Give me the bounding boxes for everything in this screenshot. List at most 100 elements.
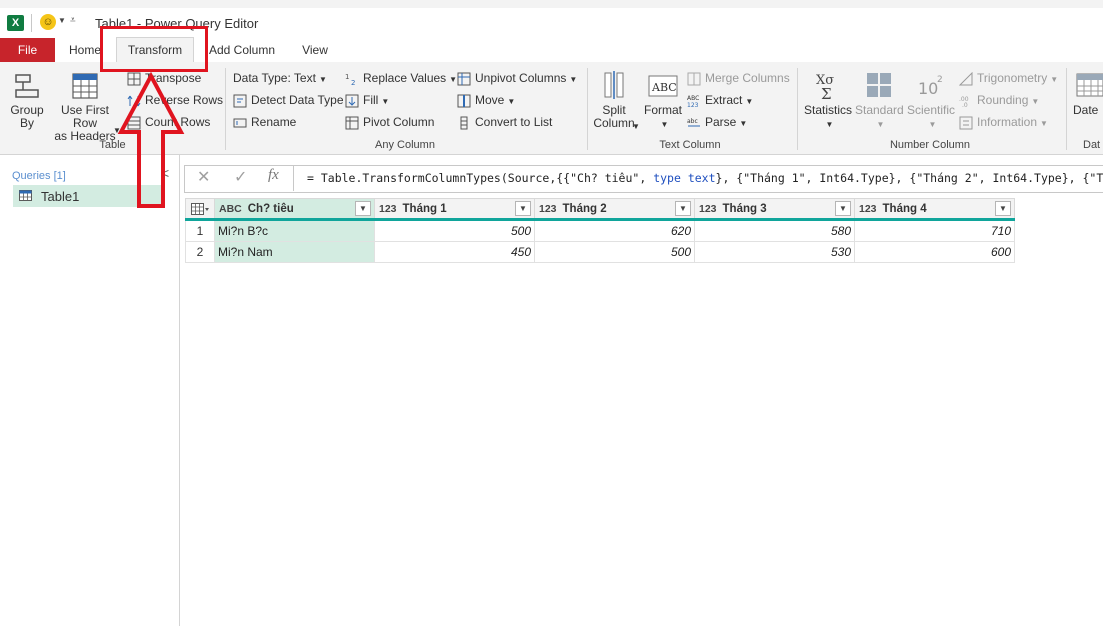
svg-text:Σ: Σ (821, 85, 832, 100)
column-header-chi-tieu[interactable]: ABC Ch? tiêu ▼ (214, 198, 375, 221)
formula-keyword: type (653, 171, 681, 185)
format-label: Format (643, 103, 682, 117)
fx-icon[interactable]: fx (268, 167, 279, 184)
information-dropdown[interactable]: Information ▼ (959, 113, 1048, 131)
number-type-icon[interactable]: 123 (699, 203, 717, 215)
column-header-thang-1[interactable]: 123 Tháng 1 ▼ (374, 198, 535, 221)
any-column-group-label: Any Column (375, 139, 435, 151)
merge-columns-label: Merge Columns (705, 71, 790, 85)
replace-values-icon: 12 (345, 73, 355, 86)
ribbon-separator (587, 68, 588, 150)
filter-dropdown-icon[interactable]: ▼ (515, 201, 531, 216)
column-header-label: Tháng 4 (882, 202, 927, 215)
convert-to-list-button[interactable]: Convert to List (457, 113, 552, 131)
filter-dropdown-icon[interactable]: ▼ (675, 201, 691, 216)
data-type-dropdown[interactable]: Data Type: Text ▼ (233, 69, 327, 87)
rename-button[interactable]: Rename (233, 113, 296, 131)
extract-dropdown[interactable]: ABC 123 Extract ▼ (687, 91, 753, 109)
number-column-group-label: Number Column (889, 139, 971, 151)
merge-columns-button[interactable]: Merge Columns (687, 69, 790, 87)
tab-view[interactable]: View (298, 38, 332, 62)
table-cell[interactable]: 500 (374, 219, 535, 242)
column-header-label: Tháng 3 (722, 202, 767, 215)
table-menu-button[interactable] (185, 198, 215, 221)
statistics-dropdown[interactable]: Xσ Σ Statistics ▼ (804, 70, 852, 131)
feedback-smiley-icon[interactable]: ☺ (40, 14, 56, 30)
unpivot-columns-label: Unpivot Columns (475, 71, 567, 85)
excel-app-icon[interactable]: X (7, 15, 24, 31)
table-cell[interactable]: 600 (854, 241, 1015, 263)
detect-data-type-label: Detect Data Type (251, 93, 344, 107)
detect-data-type-button[interactable]: Detect Data Type (233, 91, 344, 109)
row-number[interactable]: 1 (185, 219, 215, 242)
tab-home[interactable]: Home (66, 38, 104, 62)
column-header-thang-2[interactable]: 123 Tháng 2 ▼ (534, 198, 695, 221)
unpivot-columns-icon (457, 72, 471, 86)
tab-file[interactable]: File (0, 38, 55, 62)
table-cell[interactable]: 530 (694, 241, 855, 263)
pivot-column-button[interactable]: Pivot Column (345, 113, 434, 131)
merge-columns-icon (687, 72, 701, 86)
rounding-icon: .00.0 (959, 96, 969, 108)
format-dropdown[interactable]: ABC Format ▼ (641, 70, 685, 131)
rounding-dropdown[interactable]: .00.0 Rounding ▼ (959, 91, 1039, 109)
scientific-dropdown[interactable]: 10 2 Scientific ▼ (906, 70, 956, 131)
group-by-button[interactable]: Group By (8, 72, 46, 130)
ribbon-separator (1066, 68, 1067, 150)
number-type-icon[interactable]: 123 (859, 203, 877, 215)
table-cell[interactable]: 620 (534, 219, 695, 242)
pivot-column-label: Pivot Column (363, 115, 435, 129)
standard-dropdown[interactable]: Standard ▼ (855, 70, 904, 131)
accept-formula-icon[interactable]: ✓ (234, 167, 247, 187)
rename-icon (233, 118, 247, 128)
queries-header: Queries [1] (12, 170, 66, 182)
tab-add-column[interactable]: Add Column (206, 38, 278, 62)
trigonometry-label: Trigonometry (977, 71, 1048, 85)
replace-values-button[interactable]: 1 2 Replace Values ▼ (345, 69, 457, 87)
move-dropdown[interactable]: Move ▼ (457, 91, 515, 109)
split-column-label: Split Column (593, 103, 635, 130)
trigonometry-dropdown[interactable]: Trigonometry ▼ (959, 69, 1058, 87)
text-type-icon[interactable]: ABC (219, 203, 242, 215)
split-column-dropdown[interactable]: Split Column ▼ (591, 70, 640, 131)
fill-icon (345, 94, 359, 108)
svg-text:ABC: ABC (687, 95, 699, 102)
query-item-label: Table1 (41, 189, 80, 204)
svg-text:2: 2 (351, 79, 355, 86)
formula-text[interactable]: = Table.TransformColumnTypes(Source,{{"C… (307, 171, 1103, 185)
filter-dropdown-icon[interactable]: ▼ (995, 201, 1011, 216)
number-type-icon[interactable]: 123 (379, 203, 397, 215)
filter-dropdown-icon[interactable]: ▼ (835, 201, 851, 216)
table-cell[interactable]: Mi?n B?c (214, 219, 375, 242)
detect-data-type-icon (233, 94, 247, 108)
column-header-label: Tháng 2 (562, 202, 607, 215)
number-type-icon[interactable]: 123 (539, 203, 557, 215)
feedback-dropdown-icon[interactable]: ▼ (58, 16, 66, 25)
move-icon (457, 94, 471, 108)
fill-dropdown[interactable]: Fill ▼ (345, 91, 389, 109)
column-header-thang-4[interactable]: 123 Tháng 4 ▼ (854, 198, 1015, 221)
svg-text:.0: .0 (962, 102, 968, 108)
queries-pane (0, 155, 180, 626)
table-cell[interactable]: 500 (534, 241, 695, 263)
unpivot-columns-dropdown[interactable]: Unpivot Columns ▼ (457, 69, 577, 87)
table-cell[interactable]: 450 (374, 241, 535, 263)
up-arrow-annotation (117, 72, 185, 208)
parse-dropdown[interactable]: abc Parse ▼ (687, 113, 747, 131)
column-header-thang-3[interactable]: 123 Tháng 3 ▼ (694, 198, 855, 221)
group-by-label: Group By (10, 103, 44, 130)
table-cell[interactable]: 710 (854, 219, 1015, 242)
filter-dropdown-icon[interactable]: ▼ (355, 201, 371, 216)
qat-customize-icon[interactable]: ⩡ (70, 15, 76, 26)
table-cell[interactable]: Mi?n Nam (214, 241, 375, 263)
date-dropdown[interactable]: Date (1073, 70, 1103, 117)
cancel-formula-icon[interactable]: ✕ (197, 167, 210, 187)
use-first-row-button[interactable]: Use First Row as Headers ▼ (49, 72, 121, 143)
table-cell[interactable]: 580 (694, 219, 855, 242)
formula-part: }, {"Tháng 1", Int64.Type}, {"Tháng 2", … (715, 171, 1103, 185)
top-strip (0, 0, 1103, 8)
ribbon-separator (225, 68, 226, 150)
svg-text:ABC: ABC (651, 81, 677, 94)
fill-label: Fill (363, 93, 379, 107)
row-number[interactable]: 2 (185, 241, 215, 263)
